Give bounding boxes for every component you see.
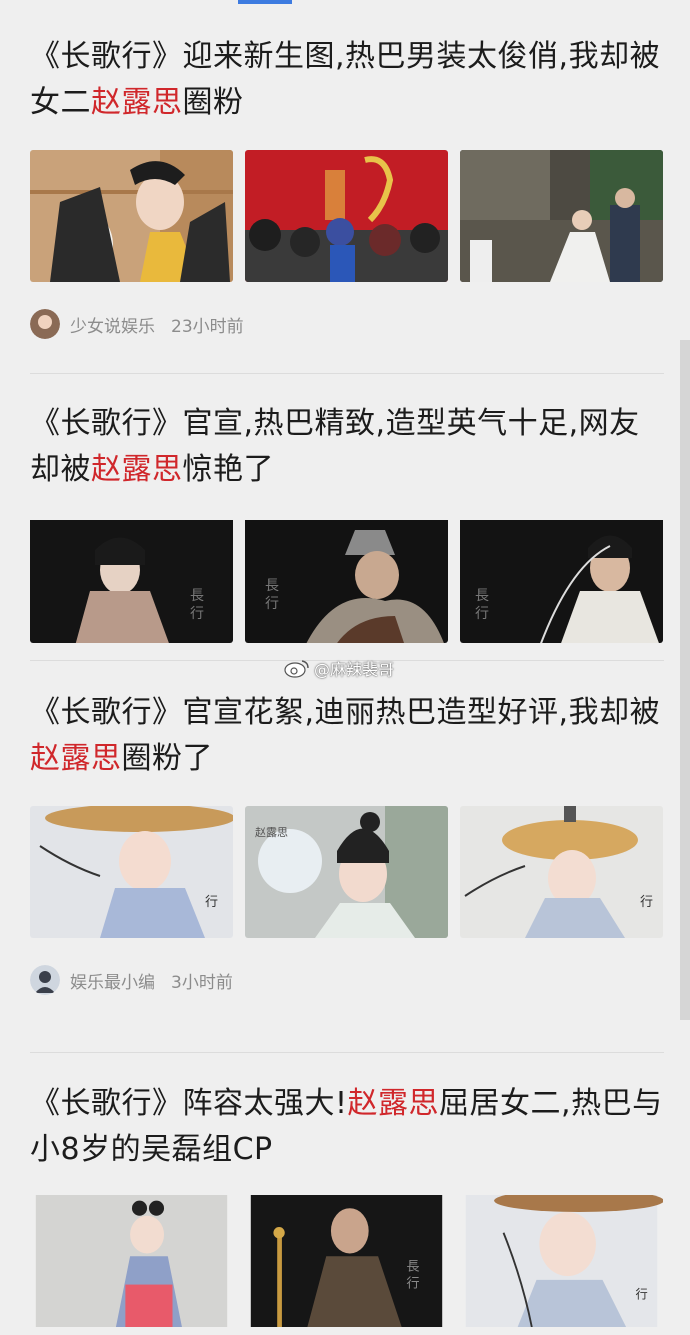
publish-time: 23小时前: [171, 316, 244, 337]
svg-text:長: 長: [406, 1259, 419, 1274]
svg-text:長: 長: [475, 588, 489, 604]
article-thumbnails: 行 赵露思 行: [30, 806, 664, 938]
highlighted-name: 赵露思: [91, 85, 183, 120]
news-feed: 《长歌行》迎来新生图,热巴男装太俊俏,我却被女二赵露思圈粉 少女说娱乐 23小时…: [0, 0, 690, 1335]
article-title[interactable]: 《长歌行》阵容太强大!赵露思屈居女二,热巴与小8岁的吴磊组CP: [30, 1081, 664, 1173]
news-article[interactable]: 《长歌行》阵容太强大!赵露思屈居女二,热巴与小8岁的吴磊组CP 長 行 行: [30, 1081, 664, 1327]
thumbnail-image[interactable]: 行: [460, 806, 663, 938]
highlighted-name: 赵露思: [30, 741, 122, 776]
publish-time: 3小时前: [171, 972, 233, 993]
source-name[interactable]: 娱乐最小编: [70, 968, 155, 993]
thumbnail-image[interactable]: [30, 150, 233, 282]
highlighted-name: 赵露思: [347, 1086, 440, 1121]
svg-text:行: 行: [190, 606, 204, 622]
thumbnail-image[interactable]: 長 行: [245, 517, 448, 643]
svg-text:行: 行: [265, 596, 279, 612]
divider: [30, 1052, 664, 1053]
news-article[interactable]: 《长歌行》官宣,热巴精致,造型英气十足,网友却被赵露思惊艳了 長 行 長 行 長…: [30, 401, 664, 643]
svg-text:行: 行: [406, 1275, 419, 1291]
svg-text:行: 行: [636, 1288, 648, 1302]
svg-text:行: 行: [205, 895, 218, 910]
thumbnail-image[interactable]: [30, 1195, 233, 1335]
svg-text:長: 長: [265, 578, 279, 594]
svg-text:行: 行: [475, 606, 489, 622]
thumbnail-image[interactable]: 長 行: [245, 1195, 448, 1335]
scroll-edge: [680, 340, 690, 1020]
thumbnail-image[interactable]: 行: [460, 1195, 663, 1335]
article-title[interactable]: 《长歌行》迎来新生图,热巴男装太俊俏,我却被女二赵露思圈粉: [30, 34, 664, 126]
svg-text:行: 行: [640, 895, 653, 910]
source-avatar[interactable]: [30, 309, 60, 339]
source-name[interactable]: 少女说娱乐: [70, 312, 155, 337]
news-article[interactable]: 《长歌行》迎来新生图,热巴男装太俊俏,我却被女二赵露思圈粉 少女说娱乐 23小时…: [30, 34, 664, 339]
news-article[interactable]: 《长歌行》官宣花絮,迪丽热巴造型好评,我却被赵露思圈粉了 行 赵露思 行 娱乐最…: [30, 690, 664, 995]
article-thumbnails: 長 行 長 行 長 行: [30, 517, 664, 643]
svg-text:赵露思: 赵露思: [255, 825, 288, 839]
article-meta: 娱乐最小编 3小时前: [30, 964, 233, 996]
divider: [30, 373, 664, 374]
article-thumbnails: 長 行 行: [30, 1195, 664, 1335]
thumbnail-image[interactable]: 赵露思: [245, 806, 448, 938]
active-tab-indicator: [238, 0, 292, 4]
article-thumbnails: [30, 150, 664, 282]
article-title[interactable]: 《长歌行》官宣,热巴精致,造型英气十足,网友却被赵露思惊艳了: [30, 401, 664, 493]
svg-text:長: 長: [190, 588, 204, 604]
weibo-icon: [284, 660, 309, 678]
thumbnail-image[interactable]: [245, 150, 448, 282]
watermark-text: @麻辣裴哥: [314, 660, 395, 679]
highlighted-name: 赵露思: [91, 452, 183, 487]
thumbnail-image[interactable]: 長 行: [460, 517, 663, 643]
article-title[interactable]: 《长歌行》官宣花絮,迪丽热巴造型好评,我却被赵露思圈粉了: [30, 690, 664, 782]
watermark: @麻辣裴哥: [284, 656, 394, 680]
source-avatar[interactable]: [30, 965, 60, 995]
article-meta: 少女说娱乐 23小时前: [30, 308, 244, 340]
thumbnail-image[interactable]: 長 行: [30, 517, 233, 643]
thumbnail-image[interactable]: [460, 150, 663, 282]
thumbnail-image[interactable]: 行: [30, 806, 233, 938]
